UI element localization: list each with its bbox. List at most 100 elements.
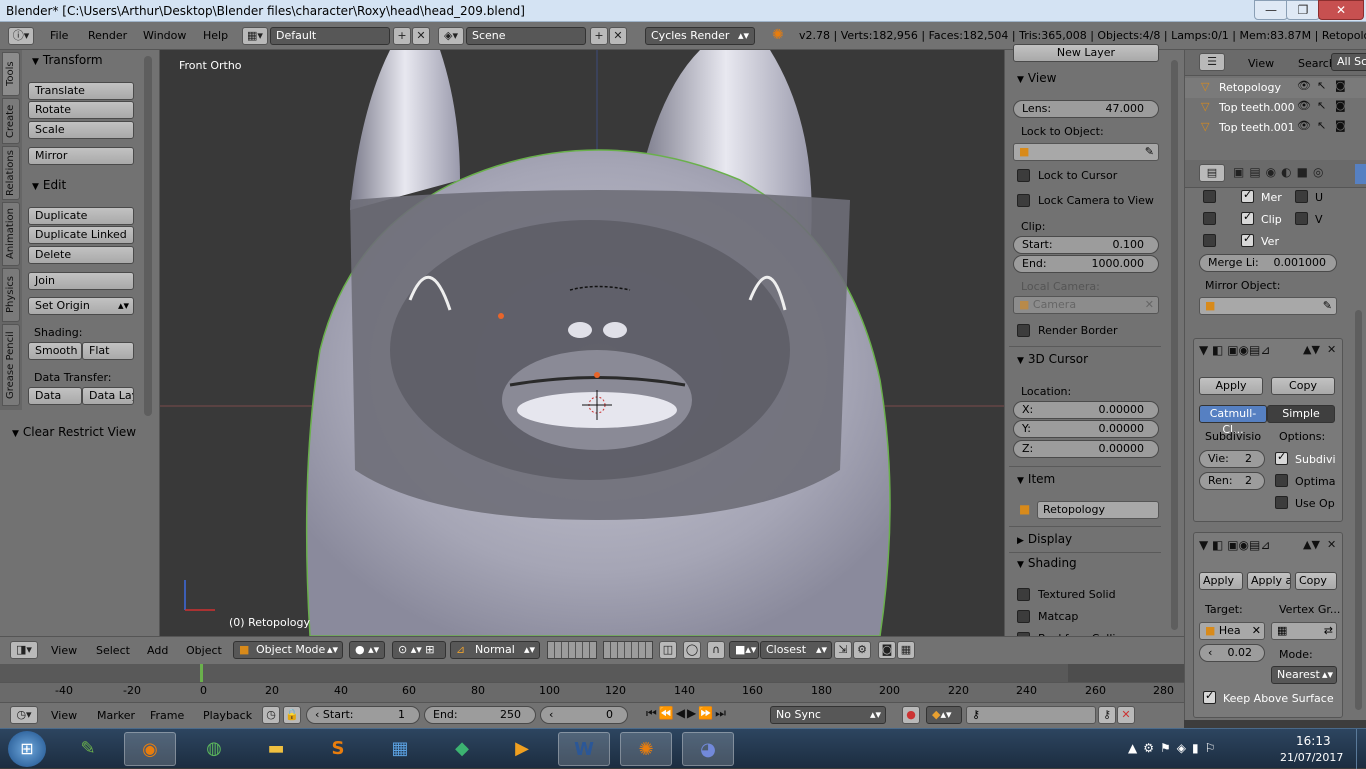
- subsurf-modifier-header[interactable]: ▼ ◧ ▣◉▤⊿: [1199, 343, 1270, 357]
- menu-select[interactable]: Select: [96, 644, 130, 657]
- cursor-z-field[interactable]: Z: 0.00000: [1013, 440, 1159, 458]
- clip-end-field[interactable]: End: 1000.000: [1013, 255, 1159, 273]
- layer-buttons-1[interactable]: [547, 641, 597, 659]
- matcap-checkbox[interactable]: [1017, 610, 1030, 623]
- merge-checkbox[interactable]: [1241, 188, 1254, 203]
- globe-icon[interactable]: ◍: [188, 732, 240, 766]
- remove-modifier-icon[interactable]: ✕: [1327, 343, 1336, 356]
- wrap-mode-select[interactable]: Nearest ▴▾: [1271, 666, 1337, 684]
- menu-add[interactable]: Add: [147, 644, 168, 657]
- apply-as-shape-button[interactable]: Apply a: [1247, 572, 1291, 590]
- outliner-editor-icon[interactable]: ☰: [1199, 53, 1225, 71]
- delete-button[interactable]: Delete: [28, 246, 134, 264]
- remove-layout-icon[interactable]: ✕: [412, 27, 430, 45]
- visibility-eye-icon[interactable]: 👁: [1297, 119, 1311, 132]
- bluestacks-icon[interactable]: ◆: [436, 732, 488, 766]
- snap-project-icon[interactable]: ⚙: [853, 641, 871, 659]
- subsurf-apply-button[interactable]: Apply: [1199, 377, 1263, 395]
- shrinkwrap-copy-button[interactable]: Copy: [1295, 572, 1337, 590]
- mirror-object-field[interactable]: ■ ✎: [1199, 297, 1337, 315]
- auto-keying-record-icon[interactable]: ●: [902, 706, 920, 724]
- media-app-icon[interactable]: ▦: [374, 732, 426, 766]
- sync-mode-select[interactable]: No Sync ▴▾: [770, 706, 886, 724]
- rotate-button[interactable]: Rotate: [28, 101, 134, 119]
- move-arrows-icon[interactable]: ▲▼: [1303, 343, 1320, 356]
- start-button[interactable]: ⊞: [8, 731, 46, 767]
- file-explorer-icon[interactable]: ▬: [250, 732, 302, 766]
- render-preview-icon[interactable]: ◙: [878, 641, 896, 659]
- minimize-button[interactable]: —: [1254, 0, 1288, 20]
- timeline-editor-icon[interactable]: ◷▾: [10, 706, 38, 724]
- menu-render[interactable]: Render: [88, 29, 127, 42]
- shrinkwrap-modifier-header[interactable]: ▼ ◧ ▣◉▤⊿: [1199, 538, 1270, 552]
- outliner-row[interactable]: ▽ Retopology 👁 ↖ ◙: [1185, 78, 1366, 98]
- render-camera-icon[interactable]: ◙: [1335, 119, 1346, 132]
- merge-limit-field[interactable]: Merge Li: 0.001000: [1199, 254, 1337, 272]
- modifier-tab-wrench-icon[interactable]: [1355, 164, 1366, 184]
- visibility-eye-icon[interactable]: 👁: [1297, 79, 1311, 92]
- simple-toggle[interactable]: Simple: [1267, 405, 1335, 423]
- insert-keyframe-icon[interactable]: ⚷: [1098, 706, 1116, 724]
- render-border-checkbox[interactable]: [1017, 324, 1030, 337]
- viewport-shading-select[interactable]: ● ▴▾: [349, 641, 385, 659]
- layer-buttons-2[interactable]: [603, 641, 653, 659]
- end-frame-field[interactable]: End: 250: [424, 706, 536, 724]
- render-camera-icon[interactable]: ◙: [1335, 79, 1346, 92]
- display-mode-select[interactable]: All Sc: [1331, 53, 1366, 71]
- 3d-cursor-panel-header[interactable]: ▼ 3D Cursor: [1017, 352, 1088, 366]
- lock-range-icon[interactable]: 🔒: [283, 706, 301, 724]
- vertex-group-field[interactable]: ▦ ⇄: [1271, 622, 1337, 640]
- taskbar-app-icon[interactable]: ✎: [62, 732, 114, 766]
- close-button[interactable]: ✕: [1318, 0, 1364, 20]
- outliner-menu-view[interactable]: View: [1248, 57, 1274, 70]
- move-arrows-icon[interactable]: ▲▼: [1303, 538, 1320, 551]
- snap-target-select[interactable]: Closest ▴▾: [760, 641, 832, 659]
- mirror-button[interactable]: Mirror: [28, 147, 134, 165]
- maximize-button[interactable]: ❐: [1286, 0, 1320, 20]
- remove-modifier-icon[interactable]: ✕: [1327, 538, 1336, 551]
- menu-object[interactable]: Object: [186, 644, 222, 657]
- tab-animation[interactable]: Animation: [2, 202, 20, 266]
- select-arrow-icon[interactable]: ↖: [1317, 119, 1326, 132]
- item-panel-header[interactable]: ▼ Item: [1017, 472, 1055, 486]
- tab-grease-pencil[interactable]: Grease Pencil: [2, 324, 20, 406]
- timeline-ruler[interactable]: [0, 682, 1184, 702]
- catmull-clark-toggle[interactable]: Catmull-Cl...: [1199, 405, 1267, 436]
- scene-icon[interactable]: ◈▾: [438, 27, 464, 45]
- properties-scrollbar[interactable]: [1355, 310, 1362, 710]
- snap-element-select[interactable]: ■▴▾: [729, 641, 759, 659]
- snap-align-icon[interactable]: ⇲: [834, 641, 852, 659]
- shrinkwrap-apply-button[interactable]: Apply: [1199, 572, 1243, 590]
- delete-keyframe-icon[interactable]: ✕: [1117, 706, 1135, 724]
- menu-help[interactable]: Help: [203, 29, 228, 42]
- system-tray-icons[interactable]: ▲⚙⚑◈▮⚐: [1128, 741, 1221, 755]
- menu-timeline-view[interactable]: View: [51, 709, 77, 722]
- tab-relations[interactable]: Relations: [2, 146, 20, 200]
- lock-to-cursor-checkbox[interactable]: [1017, 169, 1030, 182]
- offset-field[interactable]: ‹ 0.02: [1199, 644, 1265, 662]
- keep-above-surface-checkbox[interactable]: [1203, 689, 1216, 704]
- playback-controls[interactable]: ⏮⏪◀▶⏩⏭: [646, 706, 764, 724]
- render-camera-icon[interactable]: ◙: [1335, 99, 1346, 112]
- outliner-row[interactable]: ▽ Top teeth.001 👁 ↖ ◙: [1185, 118, 1366, 138]
- menu-window[interactable]: Window: [143, 29, 186, 42]
- mirror-v-checkbox[interactable]: [1295, 212, 1308, 225]
- viewport-editor-icon[interactable]: ◨▾: [10, 641, 38, 659]
- target-field[interactable]: ■ Hea ✕: [1199, 622, 1265, 640]
- cursor-x-field[interactable]: X: 0.00000: [1013, 401, 1159, 419]
- menu-frame[interactable]: Frame: [150, 709, 184, 722]
- subsurf-copy-button[interactable]: Copy: [1271, 377, 1335, 395]
- outliner-row[interactable]: ▽ Top teeth.000 👁 ↖ ◙: [1185, 98, 1366, 118]
- textured-solid-checkbox[interactable]: [1017, 588, 1030, 601]
- mirror-axis-x-checkbox[interactable]: [1203, 190, 1216, 203]
- add-scene-icon[interactable]: +: [590, 27, 608, 45]
- snap-magnet-icon[interactable]: ∩: [707, 641, 725, 659]
- preview-range-icon[interactable]: ◷: [262, 706, 280, 724]
- shading-panel-header[interactable]: ▼ Shading: [1017, 556, 1077, 570]
- optimal-display-checkbox[interactable]: [1275, 474, 1288, 487]
- property-context-tabs[interactable]: ▣▤◉◐■◎: [1233, 165, 1363, 183]
- pivot-select[interactable]: ⊙ ▴▾ ⊞: [392, 641, 446, 659]
- firefox-icon[interactable]: ◉: [124, 732, 176, 766]
- keying-set-field[interactable]: ⚷: [966, 706, 1096, 724]
- add-layout-icon[interactable]: +: [393, 27, 411, 45]
